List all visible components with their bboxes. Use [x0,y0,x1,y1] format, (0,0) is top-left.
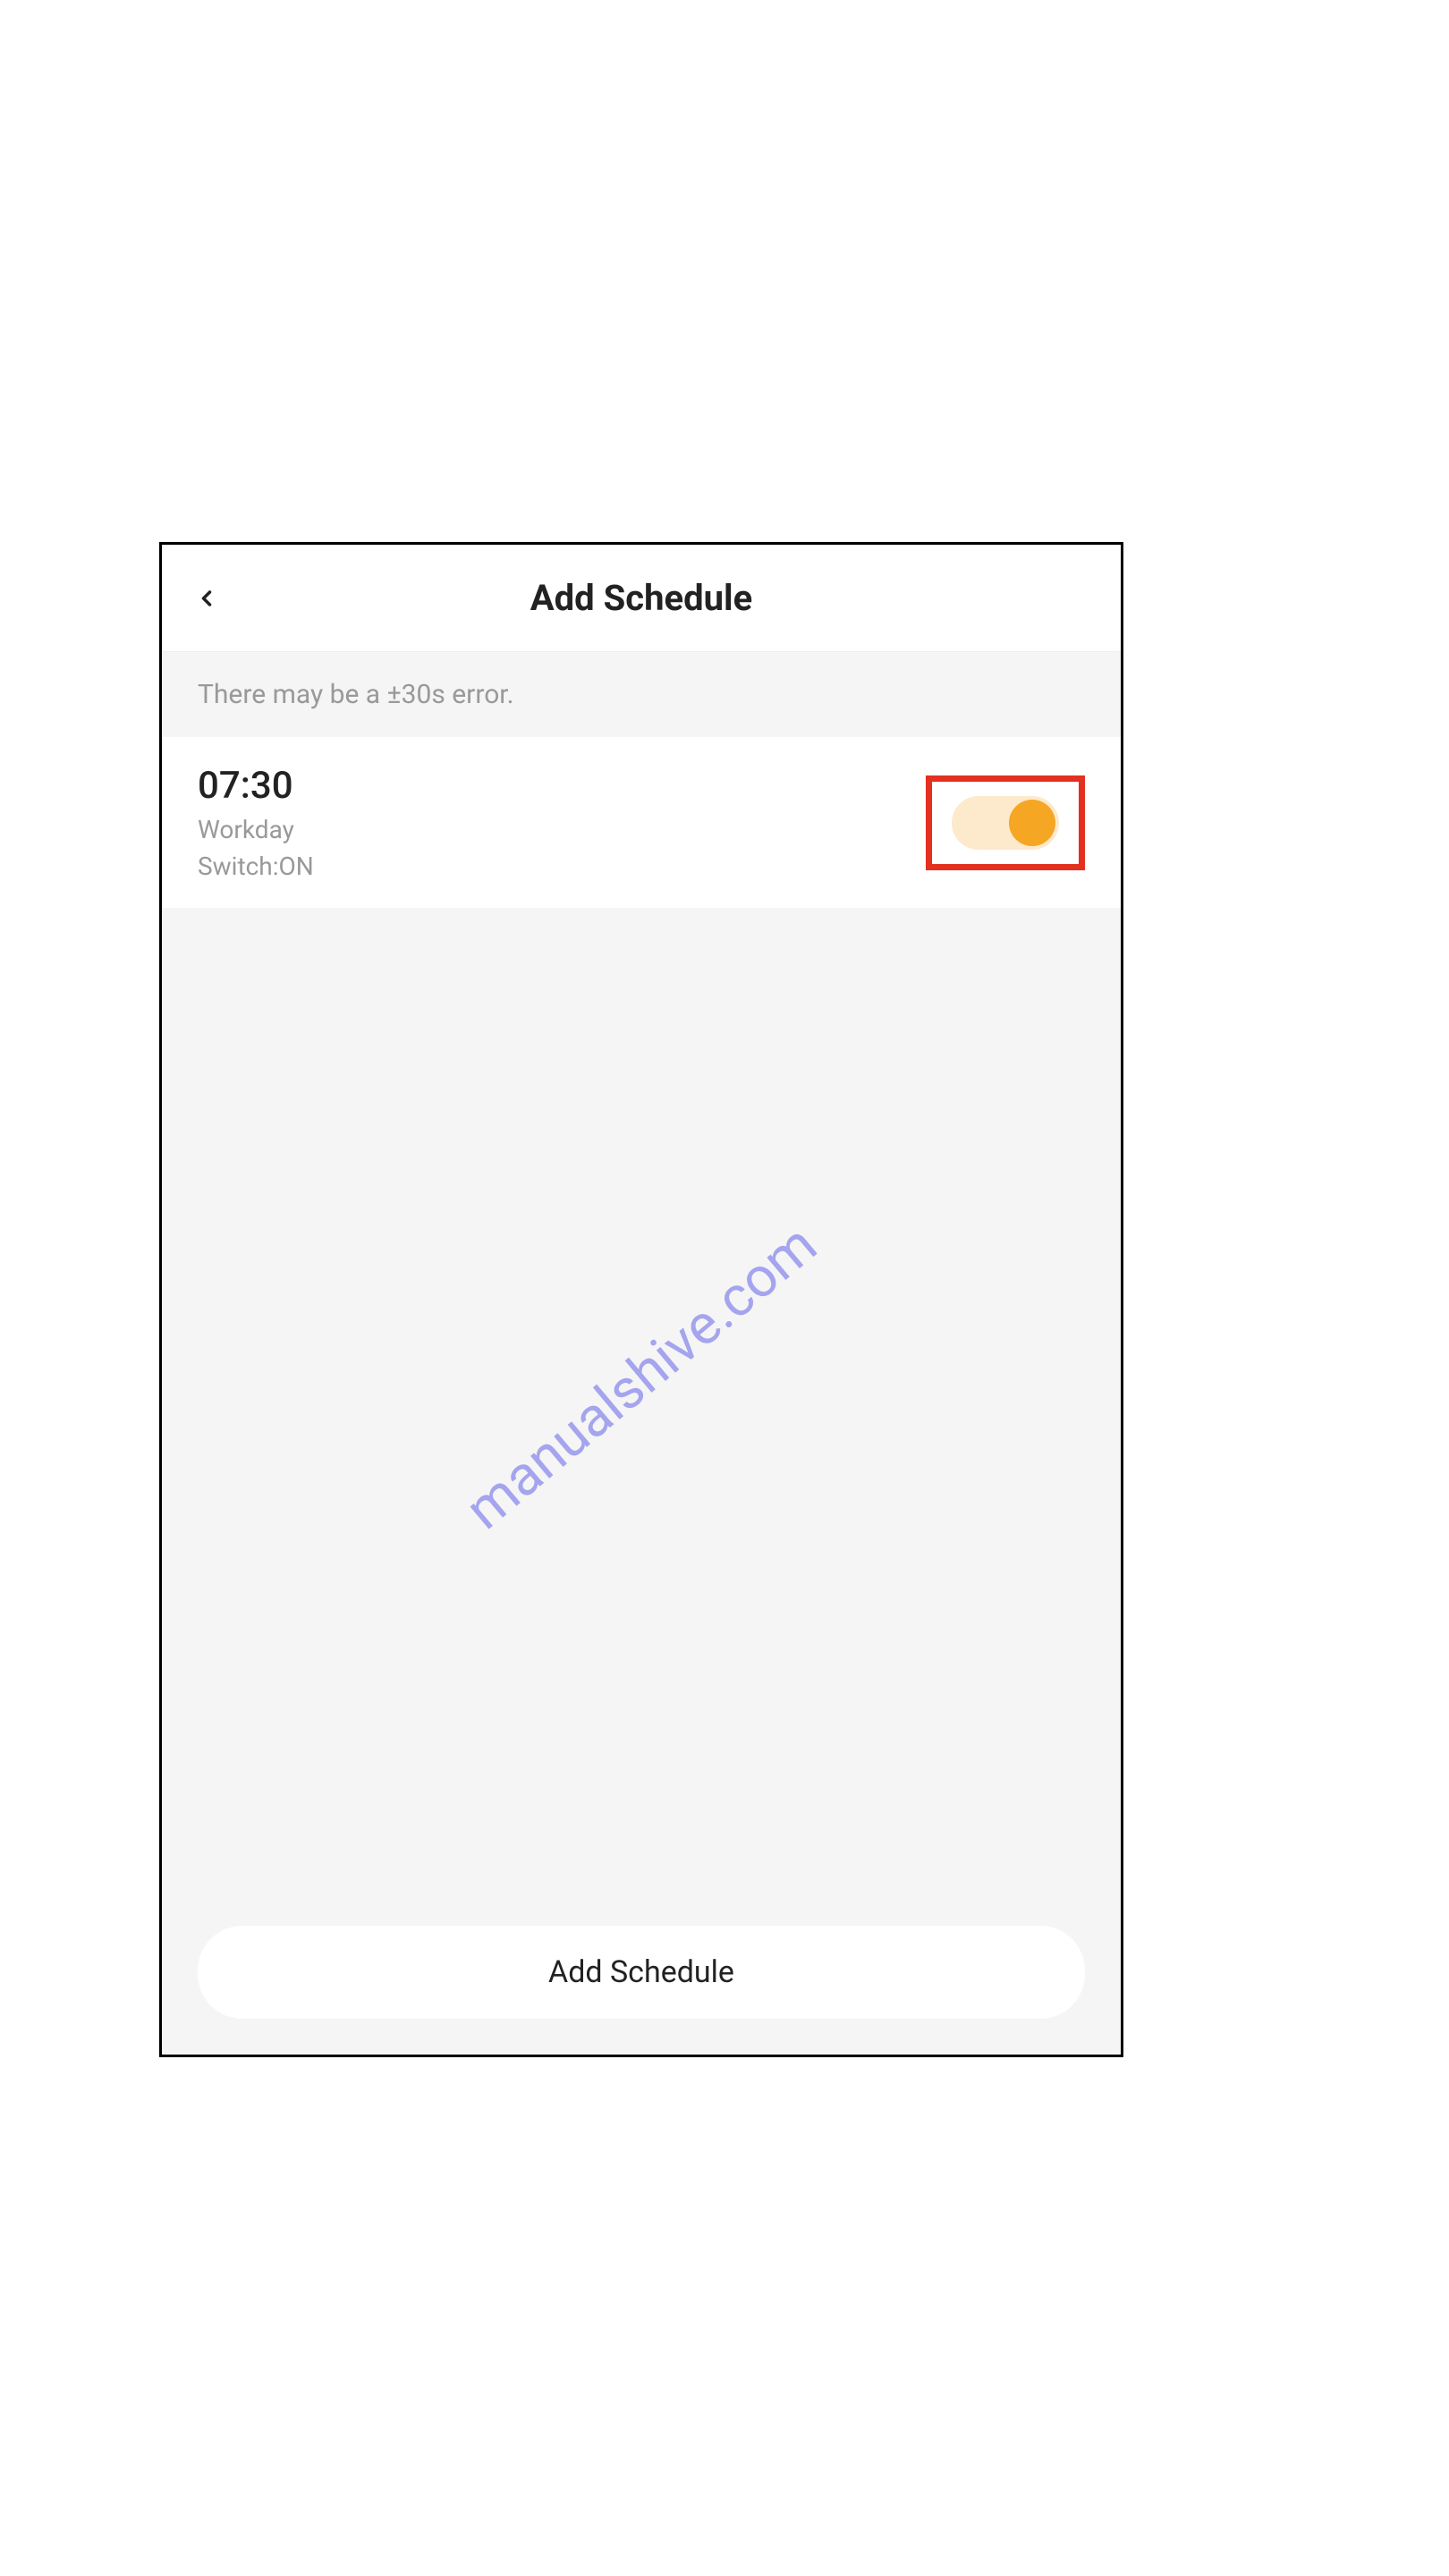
header: Add Schedule [162,545,1121,652]
content-area: manualshive.com [162,908,1121,1899]
page-title: Add Schedule [530,577,752,619]
schedule-toggle[interactable] [952,796,1059,850]
watermark: manualshive.com [453,1212,829,1542]
back-icon[interactable] [189,580,225,616]
toggle-knob [1009,800,1055,846]
schedule-info: 07:30 Workday Switch:ON [198,764,314,881]
schedule-days: Workday [198,815,314,844]
schedule-time: 07:30 [198,764,314,808]
phone-frame: Add Schedule There may be a ±30s error. … [159,542,1123,2057]
schedule-item[interactable]: 07:30 Workday Switch:ON [162,737,1121,908]
toggle-highlight-box [926,775,1085,870]
schedule-switch-label: Switch:ON [198,852,314,881]
add-schedule-button[interactable]: Add Schedule [198,1926,1085,2019]
info-banner: There may be a ±30s error. [162,652,1121,737]
